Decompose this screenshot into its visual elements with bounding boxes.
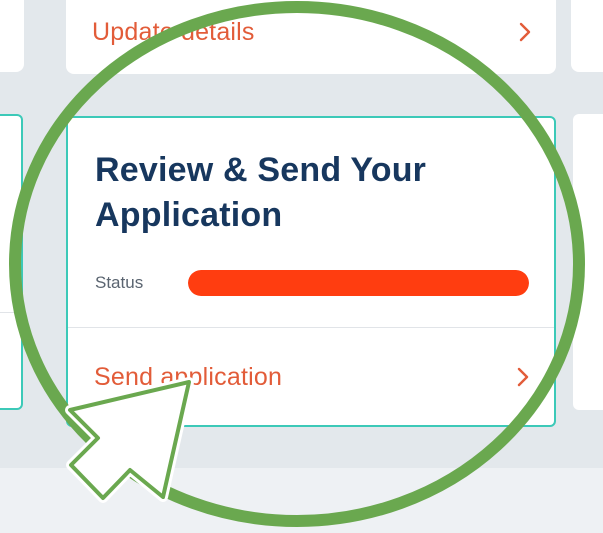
review-send-card: Review & Send Your Application Status Se… (66, 116, 556, 427)
status-progress-bar (188, 270, 529, 296)
chevron-right-icon (519, 22, 531, 42)
card-divider (68, 327, 554, 328)
chevron-right-icon (517, 367, 529, 387)
status-progress-fill (188, 270, 529, 296)
update-details-card[interactable]: Update details (66, 0, 556, 74)
bottom-strip (0, 468, 603, 533)
update-details-link[interactable]: Update details (66, 12, 556, 52)
send-application-link[interactable]: Send application (68, 356, 554, 398)
card-top-left (0, 0, 24, 72)
status-label: Status (95, 273, 144, 292)
card-mid-left (0, 114, 23, 410)
update-details-label: Update details (92, 17, 255, 46)
card-divider (0, 312, 21, 313)
status-row: Status (95, 268, 530, 298)
card-title: Review & Send Your Application (95, 151, 427, 234)
card-top-right (571, 0, 603, 72)
send-application-label: Send application (94, 362, 283, 391)
card-mid-right (573, 114, 603, 410)
